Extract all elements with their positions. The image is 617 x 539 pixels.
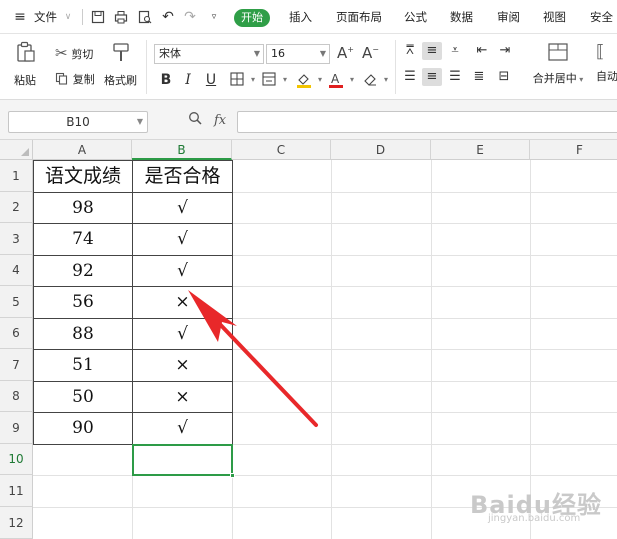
copy-button[interactable]: 复制	[55, 69, 95, 87]
paste-label: 粘贴	[14, 74, 36, 87]
italic-button[interactable]: I	[179, 72, 197, 88]
auto-wrap-button[interactable]: ⟦ 自动	[596, 42, 617, 84]
formula-input[interactable]	[237, 111, 617, 133]
undo-icon[interactable]: ↶	[158, 0, 178, 34]
merge-center-button[interactable]: 合并居中 ▾	[532, 42, 584, 86]
underline-button[interactable]: U	[202, 72, 220, 88]
align-middle-icon[interactable]: ≡	[422, 42, 442, 60]
align-top-icon[interactable]: ⩞	[400, 42, 420, 60]
paste-icon	[14, 41, 38, 68]
formula-bar: B10 ▼ fx	[0, 100, 617, 140]
name-box-value: B10	[66, 115, 90, 129]
merge-cells-icon	[547, 42, 569, 65]
svg-text:A: A	[331, 72, 340, 86]
format-painter-label: 格式刷	[104, 74, 137, 87]
file-menu-chevron-icon[interactable]: ∨	[58, 0, 78, 34]
print-preview-icon[interactable]	[135, 0, 155, 34]
justify-icon[interactable]: ≣	[469, 68, 489, 86]
ribbon-separator	[395, 40, 396, 94]
menu-separator	[82, 9, 83, 25]
tab-home[interactable]: 开始	[234, 9, 270, 27]
ribbon-toolbar: 粘贴 ✂ 剪切 复制 格式刷 宋体 ▼ 16 ▼ A+ A− B I U ▾ ▾	[0, 34, 617, 100]
chevron-down-icon[interactable]: ▾	[276, 72, 294, 88]
quick-access-dropdown-icon[interactable]: ▿	[204, 0, 224, 34]
insert-function-button[interactable]: fx	[214, 111, 226, 131]
menu-bar: ≡ 文件 ∨ ↶ ↷ ▿ 开始 插入 页面布局 公式 数据 审阅 视图 安全	[0, 0, 617, 34]
tab-security[interactable]: 安全	[590, 0, 613, 34]
paste-button[interactable]: 粘贴	[14, 41, 38, 88]
zoom-search-icon[interactable]	[188, 111, 202, 131]
bold-button[interactable]: B	[157, 72, 175, 88]
chevron-down-icon[interactable]: ▼	[137, 112, 143, 132]
font-size-select[interactable]: 16 ▼	[266, 44, 330, 64]
format-painter-button[interactable]: 格式刷	[104, 41, 137, 88]
tab-page-layout[interactable]: 页面布局	[336, 0, 382, 34]
arrow-shaft	[212, 316, 318, 427]
annotation-arrow	[188, 290, 318, 427]
hamburger-menu-icon[interactable]: ≡	[10, 0, 30, 34]
tab-data[interactable]: 数据	[450, 0, 473, 34]
auto-wrap-label: 自动	[596, 70, 617, 83]
format-painter-icon	[109, 41, 133, 68]
chevron-down-icon: ▼	[319, 49, 326, 58]
file-menu[interactable]: 文件	[34, 0, 57, 34]
font-size-value: 16	[271, 47, 285, 60]
tab-formulas[interactable]: 公式	[404, 0, 427, 34]
align-left-icon[interactable]: ☰	[400, 68, 420, 86]
cut-label: 剪切	[71, 48, 94, 61]
redo-icon[interactable]: ↷	[180, 0, 200, 34]
distributed-icon[interactable]: ⊟	[494, 68, 514, 86]
print-icon[interactable]	[111, 0, 131, 34]
chevron-down-icon: ▼	[253, 49, 260, 58]
spreadsheet-grid[interactable]: A B C D E F 1 2 3 4 5 6 7 8 9 10 11 12 语…	[0, 140, 617, 539]
align-bottom-icon[interactable]: ⩡	[445, 42, 465, 60]
copy-icon	[55, 69, 73, 87]
decrease-indent-icon[interactable]: ⇤	[472, 42, 492, 60]
chevron-down-icon[interactable]: ▾	[377, 72, 395, 88]
name-box[interactable]: B10 ▼	[8, 111, 148, 133]
tab-view[interactable]: 视图	[543, 0, 566, 34]
copy-label: 复制	[72, 73, 95, 86]
ribbon-separator	[146, 40, 147, 94]
align-right-icon[interactable]: ☰	[445, 68, 465, 86]
increase-font-icon[interactable]: A+	[337, 44, 354, 62]
increase-indent-icon[interactable]: ⇥	[495, 42, 515, 60]
font-name-value: 宋体	[159, 47, 181, 60]
watermark-url: jingyan.baidu.com	[488, 513, 581, 524]
align-center-icon[interactable]: ≡	[422, 68, 442, 86]
save-icon[interactable]	[88, 0, 108, 34]
font-name-select[interactable]: 宋体 ▼	[154, 44, 264, 64]
tab-insert[interactable]: 插入	[289, 0, 312, 34]
tab-review[interactable]: 审阅	[497, 0, 520, 34]
scissors-icon: ✂	[55, 44, 68, 62]
chevron-down-icon[interactable]: ▾	[343, 72, 361, 88]
cut-button[interactable]: ✂ 剪切	[55, 44, 93, 62]
merge-center-label: 合并居中 ▾	[532, 72, 584, 85]
wrap-text-icon: ⟦	[596, 42, 605, 62]
decrease-font-icon[interactable]: A−	[362, 44, 379, 62]
